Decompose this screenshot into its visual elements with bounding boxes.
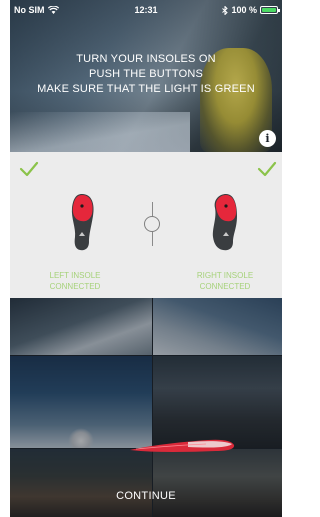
insole-divider-circle xyxy=(144,216,160,232)
left-insole-icon[interactable] xyxy=(62,192,102,252)
hero-background-image: TURN YOUR INSOLES ON PUSH THE BUTTONS MA… xyxy=(10,0,282,152)
battery-icon xyxy=(260,6,280,14)
status-right: 100 % xyxy=(222,5,280,15)
right-insole-connected-label: CONNECTED xyxy=(199,282,251,291)
phone-screen: TURN YOUR INSOLES ON PUSH THE BUTTONS MA… xyxy=(10,0,282,517)
instructions-text: TURN YOUR INSOLES ON PUSH THE BUTTONS MA… xyxy=(10,52,282,97)
bluetooth-icon xyxy=(222,5,229,15)
insole-connection-panel: LEFT INSOLE CONNECTED RIGHT INSOLE CONNE… xyxy=(10,152,282,298)
left-insole-label: LEFT INSOLE xyxy=(49,271,101,280)
instruction-line-3: MAKE SURE THAT THE LIGHT IS GREEN xyxy=(37,83,255,95)
info-glyph: i xyxy=(265,132,270,145)
instruction-line-1: TURN YOUR INSOLES ON xyxy=(76,53,216,65)
status-bar: No SIM 12:31 100 % xyxy=(10,0,282,20)
hero-snow-slope xyxy=(10,112,190,152)
right-insole-status: RIGHT INSOLE CONNECTED xyxy=(170,270,280,292)
photo-grid xyxy=(10,298,282,517)
right-insole-icon[interactable] xyxy=(206,192,246,252)
left-insole-status: LEFT INSOLE CONNECTED xyxy=(20,270,130,292)
instruction-line-2: PUSH THE BUTTONS xyxy=(88,68,204,80)
right-insole-label: RIGHT INSOLE xyxy=(196,271,254,280)
info-icon[interactable]: i xyxy=(259,130,276,147)
left-checkmark-icon xyxy=(19,161,39,177)
continue-button[interactable]: CONTINUE xyxy=(10,490,282,502)
battery-percent: 100 % xyxy=(231,5,257,15)
left-insole-connected-label: CONNECTED xyxy=(49,282,101,291)
insole-product-image xyxy=(130,439,235,452)
right-checkmark-icon xyxy=(257,161,277,177)
battery-fill xyxy=(262,8,276,12)
grid-shade-overlay xyxy=(10,298,282,517)
